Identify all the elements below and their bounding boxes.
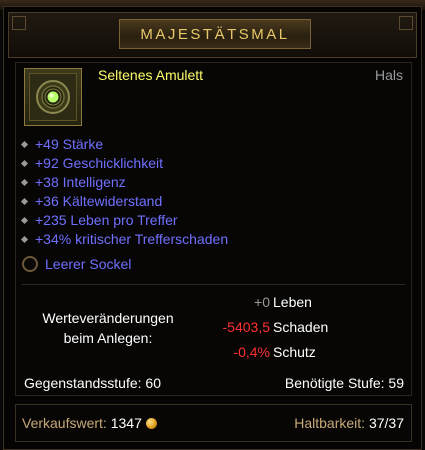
- sell-value: Verkaufswert: 1347: [22, 415, 157, 431]
- bullet-icon: [20, 235, 29, 244]
- tooltip-header: MAJESTÄTSMAL: [8, 12, 417, 58]
- bullet-icon: [20, 197, 29, 206]
- empty-socket: Leerer Sockel: [22, 256, 131, 272]
- tooltip-title: MAJESTÄTSMAL: [140, 25, 290, 43]
- item-slot: Hals: [374, 67, 403, 83]
- affix-line: +235 Leben pro Treffer: [20, 211, 178, 230]
- affix-line: +92 Geschicklichkeit: [20, 154, 164, 173]
- affix-text: +92 Geschicklichkeit: [35, 155, 164, 171]
- durability: Haltbarkeit: 37/37: [294, 415, 404, 431]
- durability-label: Haltbarkeit:: [294, 415, 366, 431]
- amulet-icon: [36, 80, 70, 114]
- corner-ornament: [12, 16, 26, 30]
- item-icon-background: [29, 73, 77, 121]
- comparison-stat-armor: Schutz: [273, 344, 316, 360]
- title-bar: MAJESTÄTSMAL: [119, 19, 311, 49]
- affix-text: +49 Stärke: [35, 136, 104, 152]
- comparison-label: Werteveränderungen beim Anlegen:: [28, 308, 188, 348]
- corner-ornament: [399, 16, 413, 30]
- comparison-value-damage: -5403,5: [222, 319, 270, 335]
- comparison-stat-damage: Schaden: [273, 319, 329, 335]
- sell-value-label: Verkaufswert:: [22, 415, 107, 431]
- gold-coin-icon: [145, 418, 157, 429]
- comparison-label-line: Werteveränderungen: [42, 310, 174, 326]
- affix-line: +38 Intelligenz: [20, 173, 126, 192]
- item-name: Seltenes Amulett: [98, 67, 204, 83]
- required-level: Benötigte Stufe: 59: [284, 375, 404, 391]
- sell-value-amount: 1347: [110, 415, 142, 431]
- bullet-icon: [20, 140, 29, 149]
- socket-label: Leerer Sockel: [45, 256, 132, 272]
- affix-text: +34% kritischer Trefferschaden: [35, 231, 229, 247]
- bullet-icon: [20, 216, 29, 225]
- item-level: Gegenstandsstufe: 60: [24, 375, 161, 391]
- affix-text: +38 Intelligenz: [35, 174, 126, 190]
- comparison-stat-life: Leben: [273, 294, 312, 310]
- socket-icon: [22, 256, 38, 272]
- affix-line: +34% kritischer Trefferschaden: [20, 230, 229, 249]
- item-icon-frame: [24, 68, 82, 126]
- bullet-icon: [20, 178, 29, 187]
- divider: [22, 284, 405, 285]
- bullet-icon: [20, 159, 29, 168]
- comparison-value-armor: -0,4%: [233, 344, 270, 360]
- durability-value: 37/37: [368, 415, 404, 431]
- comparison-value-life: +0: [254, 294, 270, 310]
- affix-text: +36 Kältewiderstand: [35, 193, 163, 209]
- affix-line: +36 Kältewiderstand: [20, 192, 163, 211]
- affix-line: +49 Stärke: [20, 135, 104, 154]
- comparison-label-line: beim Anlegen:: [63, 330, 153, 346]
- affix-text: +235 Leben pro Treffer: [35, 212, 178, 228]
